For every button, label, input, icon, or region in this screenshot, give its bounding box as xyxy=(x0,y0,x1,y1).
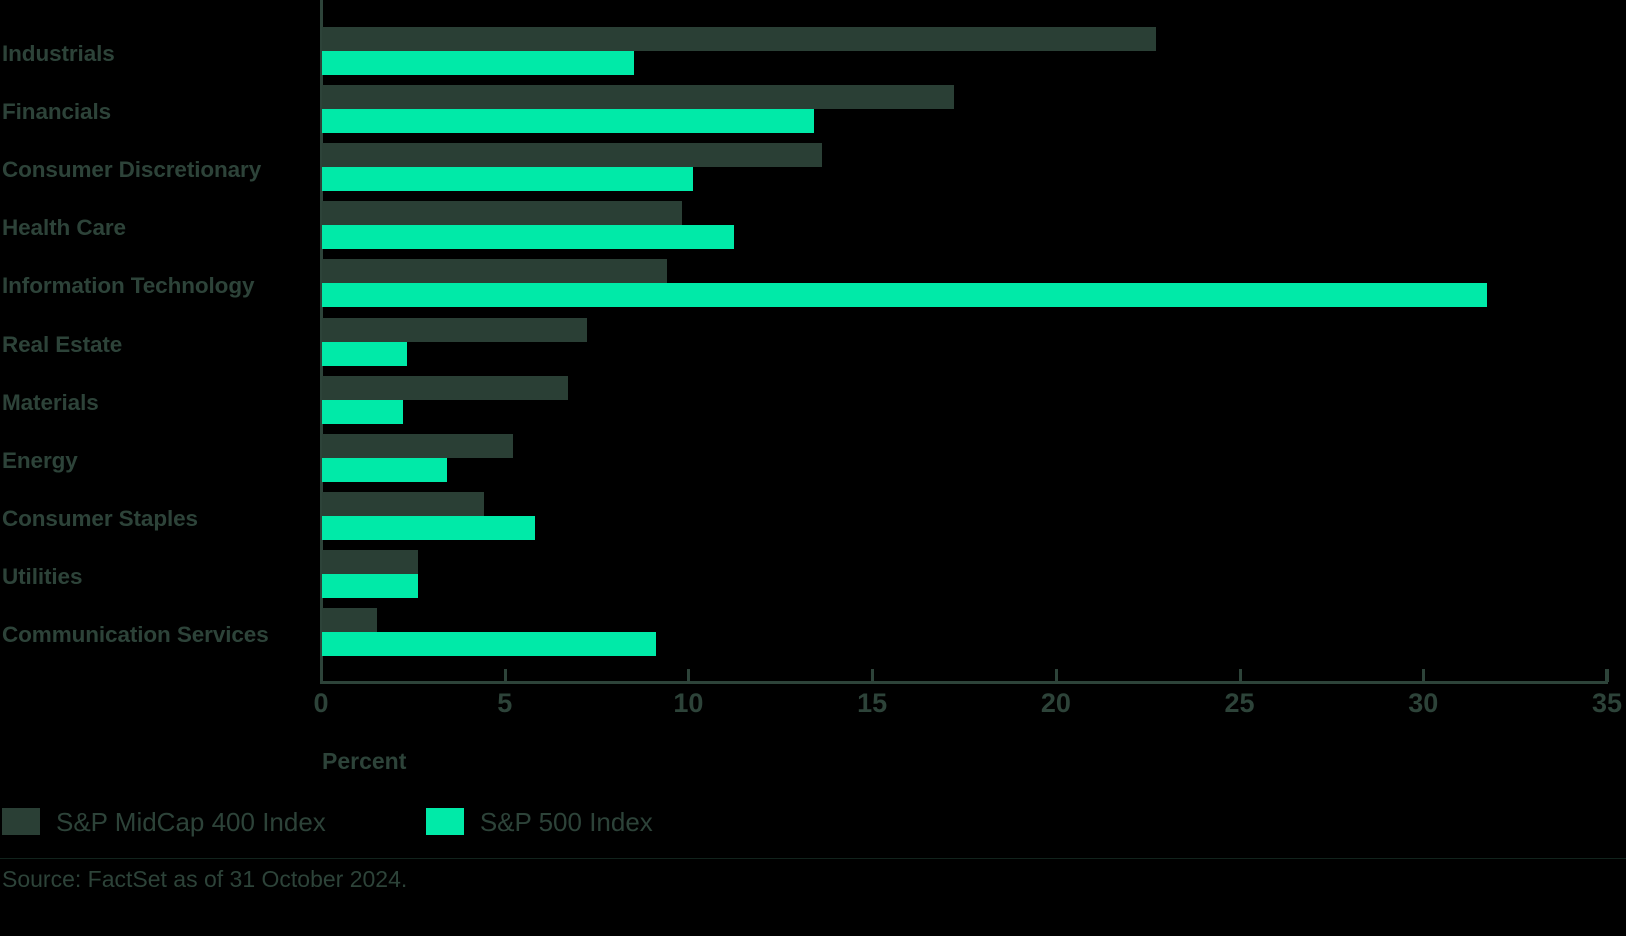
x-axis-title: Percent xyxy=(322,748,407,774)
category-row: Consumer Staples xyxy=(0,490,1626,548)
category-label: Consumer Staples xyxy=(2,505,198,531)
bar-midcap400 xyxy=(322,201,683,226)
bar-midcap400 xyxy=(322,491,484,516)
category-label: Health Care xyxy=(2,215,126,241)
bar-group xyxy=(322,141,1626,199)
category-label: Consumer Discretionary xyxy=(2,156,262,182)
legend-item-midcap: S&P MidCap 400 Index xyxy=(2,808,326,835)
bar-sp500 xyxy=(322,457,447,482)
legend-item-sp500: S&P 500 Index xyxy=(425,806,653,837)
category-label: Communication Services xyxy=(2,621,269,647)
bar-group xyxy=(322,316,1626,374)
category-row: Communication Services xyxy=(0,606,1626,664)
bar-group xyxy=(322,606,1626,664)
bar-group xyxy=(322,548,1626,606)
bar-midcap400 xyxy=(322,433,514,458)
sector-weights-bar-chart: Industrials Financials Consumer Discretion… xyxy=(0,0,1626,936)
x-axis-line xyxy=(320,681,1608,684)
category-row: Health Care xyxy=(0,199,1626,257)
x-axis-tick-label: 0 xyxy=(313,688,329,718)
bar-sp500 xyxy=(322,109,815,134)
source-note: Source: FactSet as of 31 October 2024. xyxy=(2,866,408,892)
bar-group xyxy=(322,83,1626,141)
bar-sp500 xyxy=(322,283,1487,308)
bar-midcap400 xyxy=(322,27,1157,51)
bar-sp500 xyxy=(322,341,407,366)
bar-midcap400 xyxy=(322,549,418,574)
category-row: Utilities xyxy=(0,548,1626,606)
plot-area: Industrials Financials Consumer Discretion… xyxy=(0,0,1626,717)
bar-sp500 xyxy=(322,573,418,598)
x-axis-tick xyxy=(1238,669,1242,682)
bar-group xyxy=(322,257,1626,315)
category-row: Information Technology xyxy=(0,257,1626,315)
category-row: Industrials xyxy=(0,25,1626,83)
bar-group xyxy=(322,374,1626,432)
bar-midcap400 xyxy=(322,375,569,400)
bar-sp500 xyxy=(322,399,403,424)
bar-midcap400 xyxy=(322,143,822,168)
bar-midcap400 xyxy=(322,608,378,632)
category-label: Energy xyxy=(2,447,78,473)
x-axis-tick-label: 30 xyxy=(1408,688,1439,718)
category-label: Information Technology xyxy=(2,273,255,299)
x-axis-tick-label: 25 xyxy=(1224,688,1255,718)
category-row: Materials xyxy=(0,374,1626,432)
bar-midcap400 xyxy=(322,259,668,284)
x-axis-end-cap xyxy=(1605,669,1608,682)
category-label: Industrials xyxy=(2,40,115,66)
category-label: Financials xyxy=(2,98,112,124)
bar-sp500 xyxy=(322,632,657,656)
x-axis-tick-label: 10 xyxy=(673,688,704,718)
x-axis-tick xyxy=(1054,669,1058,682)
bar-midcap400 xyxy=(322,317,587,342)
category-row: Financials xyxy=(0,83,1626,141)
bar-sp500 xyxy=(322,167,694,192)
chart-legend: S&P MidCap 400 Index S&P 500 Index xyxy=(2,808,653,835)
legend-swatch-sp500 xyxy=(425,808,464,835)
bar-midcap400 xyxy=(322,85,954,110)
bar-group xyxy=(322,25,1626,83)
bar-group xyxy=(322,199,1626,257)
category-row: Real Estate xyxy=(0,316,1626,374)
x-axis-tick-label: 20 xyxy=(1040,688,1071,718)
x-axis-tick-label: 35 xyxy=(1591,688,1623,718)
category-label: Real Estate xyxy=(2,331,123,357)
x-axis-tick xyxy=(687,669,691,682)
category-label: Materials xyxy=(2,389,99,415)
category-row: Energy xyxy=(0,432,1626,490)
bar-sp500 xyxy=(322,225,734,250)
x-axis-tick xyxy=(871,669,875,682)
bar-group xyxy=(322,432,1626,490)
bar-sp500 xyxy=(322,51,635,75)
bar-sp500 xyxy=(322,515,536,540)
category-row: Consumer Discretionary xyxy=(0,141,1626,199)
legend-label-midcap: S&P MidCap 400 Index xyxy=(56,806,326,837)
x-axis-tick-label: 5 xyxy=(497,688,513,718)
bar-group xyxy=(322,490,1626,548)
category-label: Utilities xyxy=(2,563,83,589)
x-axis-tick xyxy=(1422,669,1426,682)
legend-swatch-midcap xyxy=(2,808,40,835)
legend-label-sp500: S&P 500 Index xyxy=(479,806,653,837)
x-axis-tick xyxy=(503,669,507,682)
source-divider xyxy=(0,858,1626,859)
x-axis-tick-label: 15 xyxy=(857,688,888,718)
